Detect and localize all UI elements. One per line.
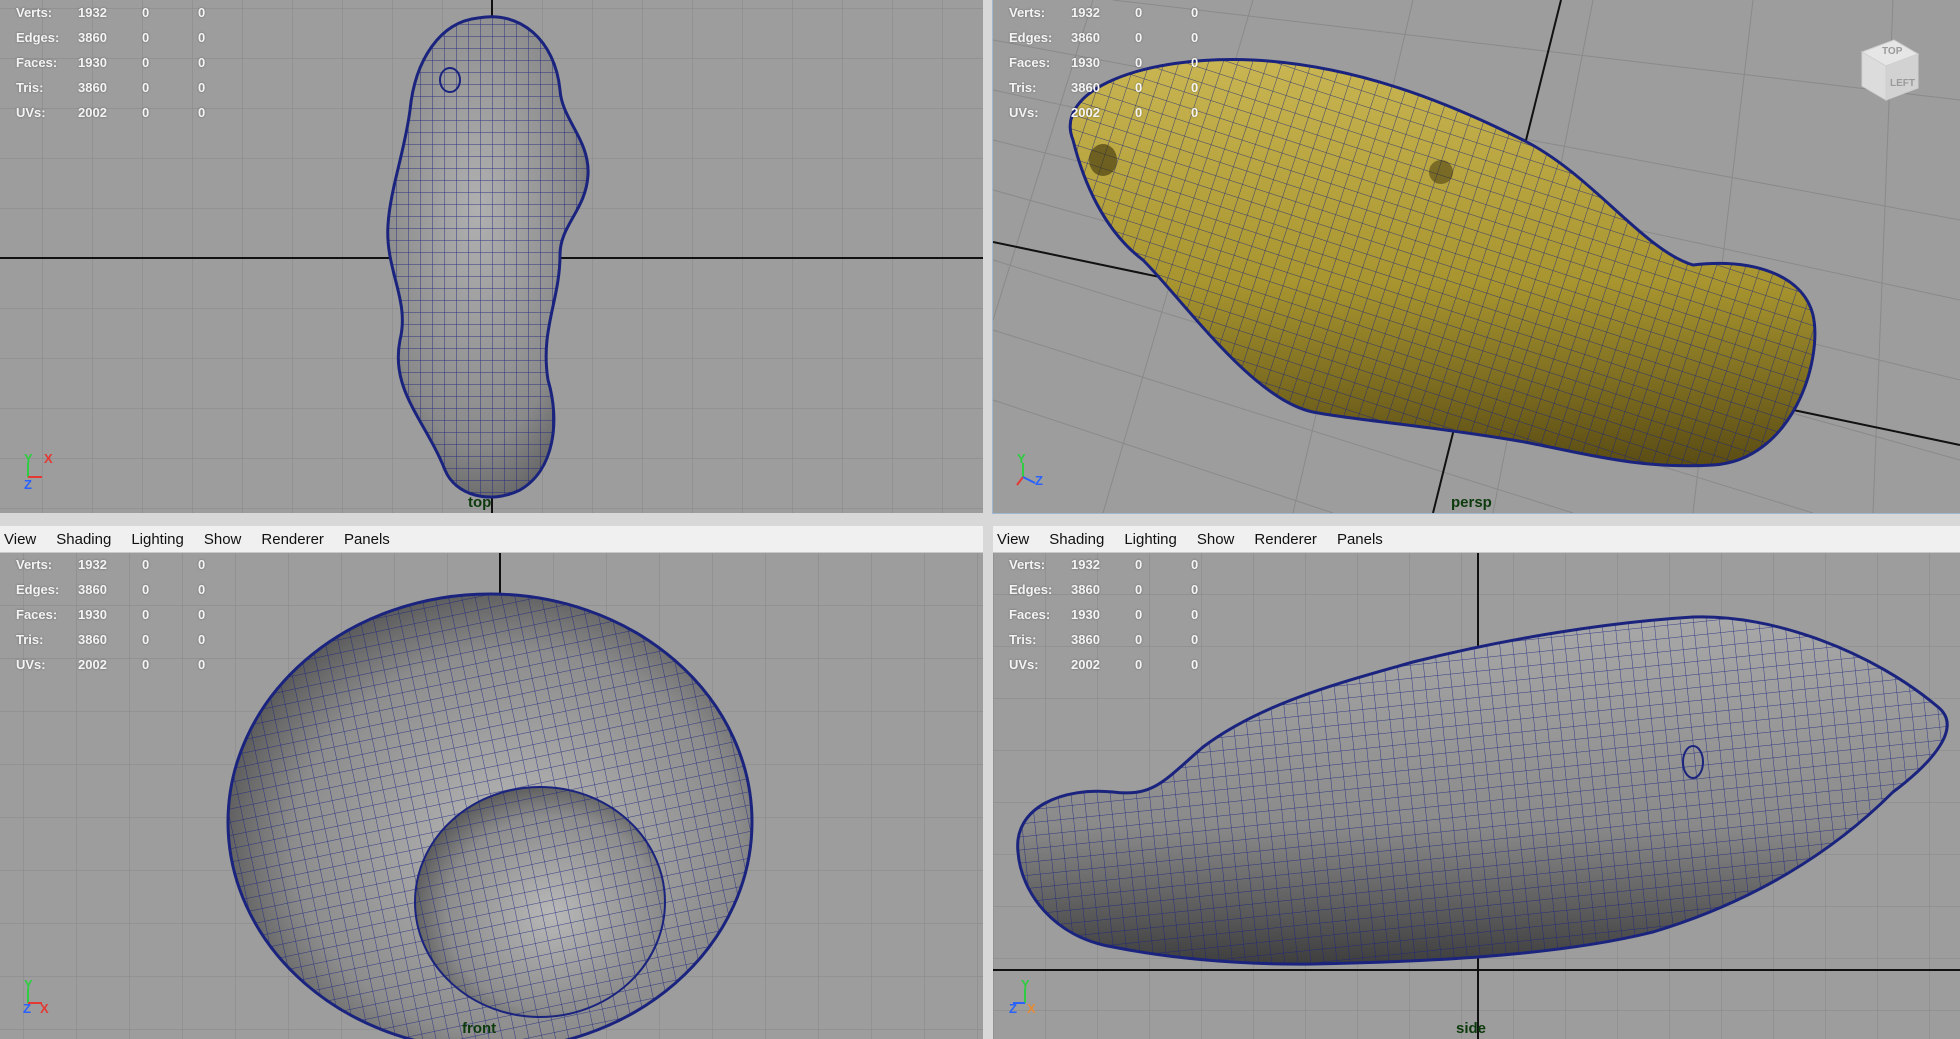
viewport-side[interactable]: View Shading Lighting Show Renderer Pane… <box>993 526 1960 1039</box>
camera-label-persp: persp <box>1451 494 1492 511</box>
axis-indicator-top: Y X Z <box>24 451 53 492</box>
panel-menubar-side: View Shading Lighting Show Renderer Pane… <box>993 526 1960 553</box>
view-cube-icon <box>1860 39 1920 101</box>
camera-label-front: front <box>462 1020 497 1037</box>
menu-view[interactable]: View <box>997 531 1029 548</box>
axis-indicator-persp: Y Z <box>1016 451 1043 488</box>
viewport-front[interactable]: View Shading Lighting Show Renderer Pane… <box>0 526 983 1039</box>
poly-count-hud: Verts: 1932 0 0 Edges: 3860 0 0 Faces: 1930 0 0 T… <box>16 5 206 120</box>
menu-renderer[interactable]: Renderer <box>1254 531 1317 548</box>
menu-panels[interactable]: Panels <box>344 531 390 548</box>
panel-menubar-front: View Shading Lighting Show Renderer Pane… <box>0 526 983 553</box>
poly-count-hud-persp: Verts: 1932 0 0 Edges: 3860 0 0 Faces: 1930 0 0 T… <box>1009 5 1199 120</box>
menu-lighting[interactable]: Lighting <box>131 531 184 548</box>
poly-count-hud-side: Verts: 1932 0 0 Edges: 3860 0 0 Faces: 1930 0 0 T… <box>1009 557 1199 672</box>
menu-view[interactable]: View <box>4 531 36 548</box>
poly-count-hud-front: Verts: 1932 0 0 Edges: 3860 0 0 Faces: 1930 0 0 T… <box>16 557 206 672</box>
viewport-persp[interactable]: Verts: 1932 0 0 Edges: 3860 0 0 Faces: 1930 0 0 T… <box>992 0 1960 514</box>
camera-label-top: top <box>468 494 492 511</box>
menu-shading[interactable]: Shading <box>1049 531 1104 548</box>
menu-panels[interactable]: Panels <box>1337 531 1383 548</box>
potato-mesh-front <box>226 592 754 1039</box>
view-cube[interactable]: TOP LEFT <box>1854 30 1924 106</box>
axis-indicator-side: Y Z X <box>1009 977 1036 1016</box>
menu-show[interactable]: Show <box>1197 531 1235 548</box>
viewport-top[interactable]: Verts: 1932 0 0 Edges: 3860 0 0 Faces: 1930 0 0 T… <box>0 0 983 513</box>
menu-shading[interactable]: Shading <box>56 531 111 548</box>
camera-label-side: side <box>1456 1020 1487 1037</box>
axis-indicator-front: Y Z X <box>23 977 49 1016</box>
menu-show[interactable]: Show <box>204 531 242 548</box>
menu-lighting[interactable]: Lighting <box>1124 531 1177 548</box>
menu-renderer[interactable]: Renderer <box>261 531 324 548</box>
